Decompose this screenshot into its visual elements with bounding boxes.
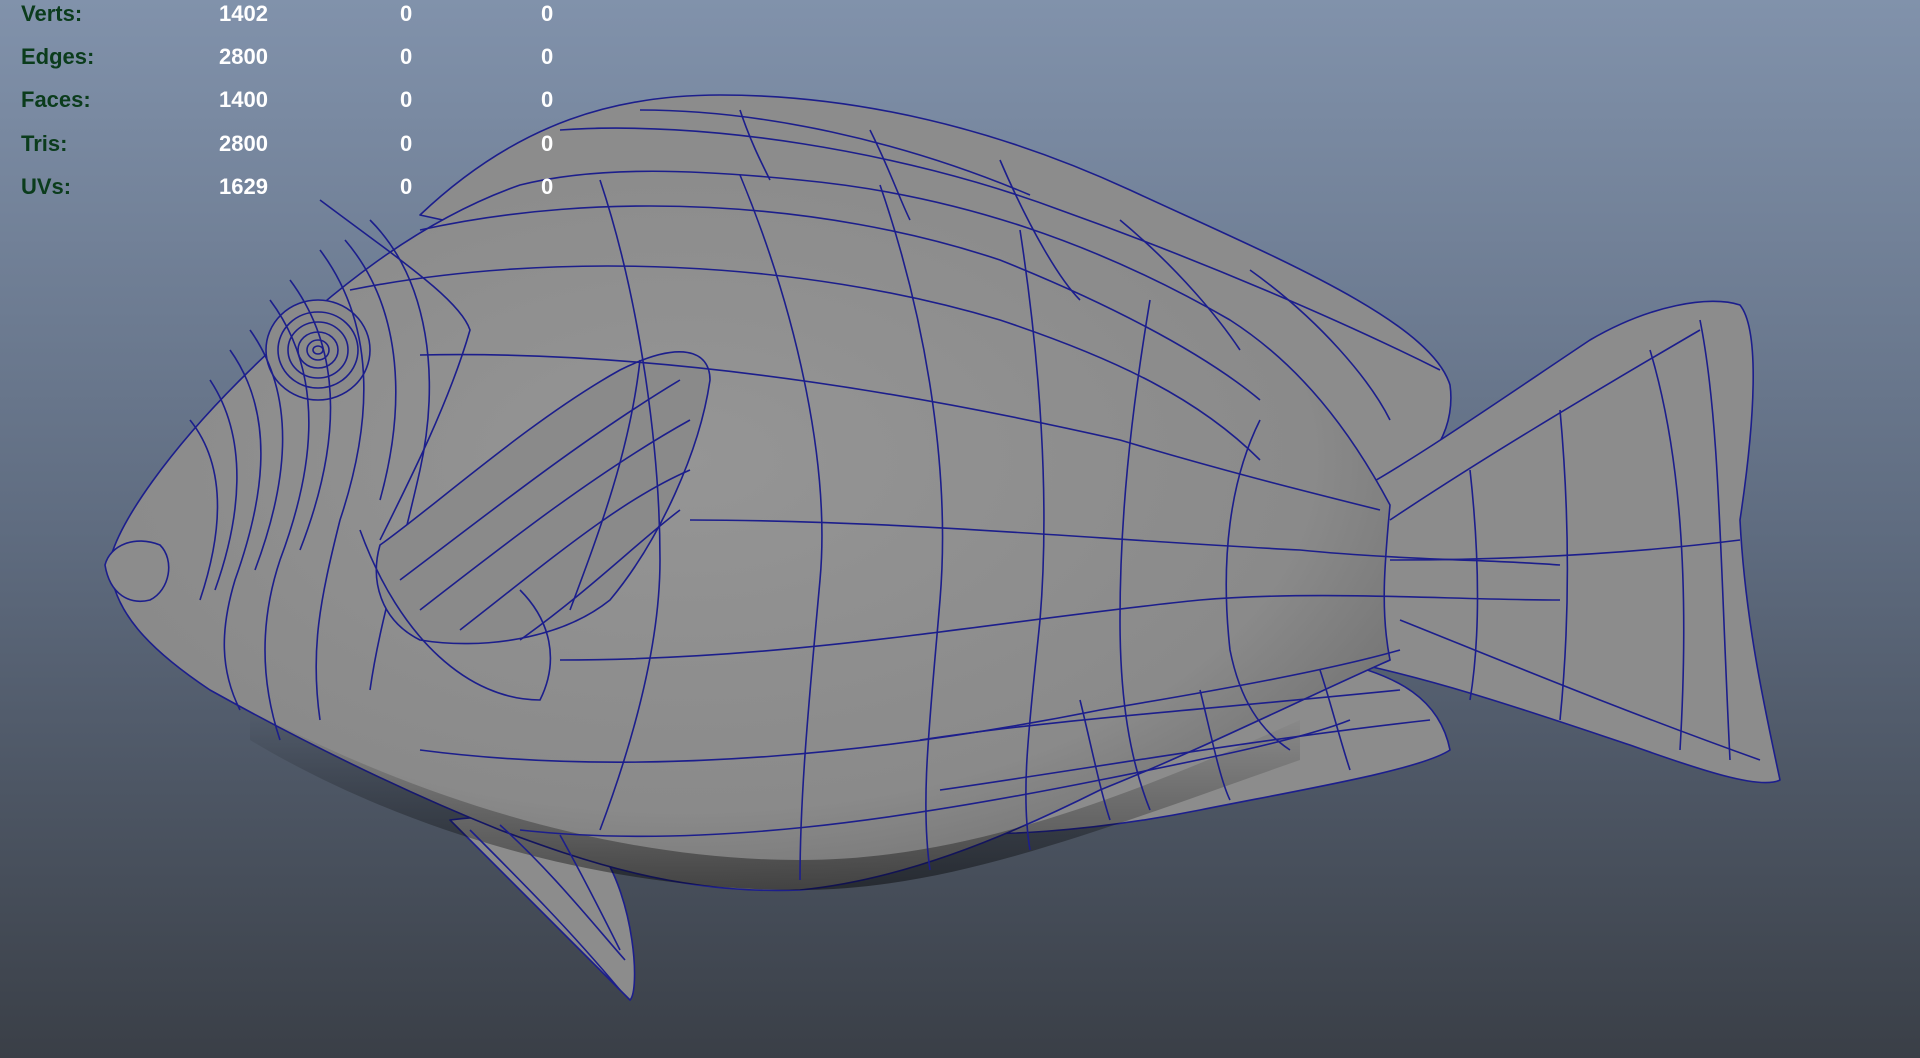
hud-component-value: 0 (541, 44, 554, 69)
hud-total-value: 1402 (219, 1, 268, 26)
hud-label: Faces: (21, 87, 91, 112)
hud-label: Tris: (21, 131, 68, 156)
hud-component-value: 0 (541, 174, 554, 199)
hud-selected-value: 0 (400, 1, 413, 26)
hud-row-edges: Edges: 2800 0 0 (0, 43, 620, 83)
hud-total-value: 2800 (219, 44, 268, 69)
hud-row-verts: Verts: 1402 0 0 (0, 0, 620, 40)
hud-row-uvs: UVs: 1629 0 0 (0, 173, 620, 213)
hud-component-value: 0 (541, 87, 554, 112)
hud-component-value: 0 (541, 131, 554, 156)
hud-label: UVs: (21, 174, 72, 199)
hud-selected-value: 0 (400, 131, 413, 156)
heads-up-display: Verts: 1402 0 0 Edges: 2800 0 0 Faces: 1… (0, 0, 620, 210)
hud-label: Verts: (21, 1, 83, 26)
hud-selected-value: 0 (400, 87, 413, 112)
3d-viewport[interactable]: Verts: 1402 0 0 Edges: 2800 0 0 Faces: 1… (0, 0, 1920, 1058)
fish-eye (265, 299, 371, 401)
hud-total-value: 2800 (219, 131, 268, 156)
hud-total-value: 1629 (219, 174, 268, 199)
hud-selected-value: 0 (400, 44, 413, 69)
hud-selected-value: 0 (400, 174, 413, 199)
hud-total-value: 1400 (219, 87, 268, 112)
hud-row-tris: Tris: 2800 0 0 (0, 130, 620, 170)
hud-row-faces: Faces: 1400 0 0 (0, 86, 620, 126)
hud-label: Edges: (21, 44, 95, 69)
hud-component-value: 0 (541, 1, 554, 26)
